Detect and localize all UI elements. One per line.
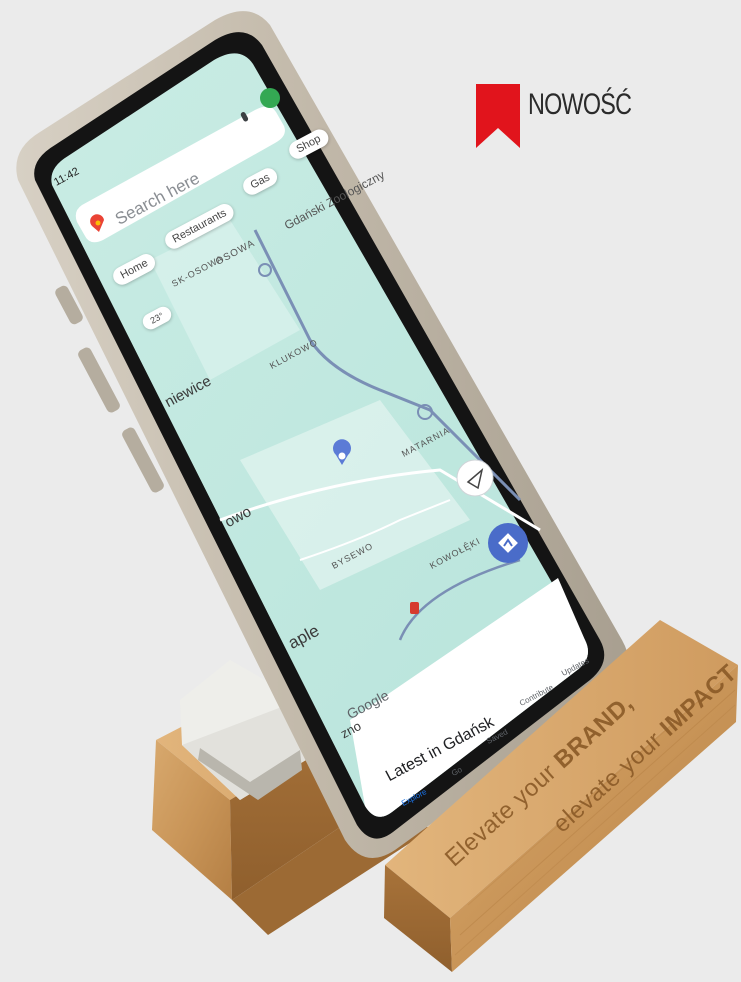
compass-button[interactable]	[456, 459, 494, 497]
directions-button[interactable]	[488, 523, 528, 563]
new-badge: NOWOŚĆ	[476, 84, 660, 148]
bookmark-flag-icon	[476, 84, 520, 148]
badge-label: NOWOŚĆ	[528, 88, 632, 121]
avatar[interactable]	[260, 88, 280, 108]
transit-marker[interactable]	[410, 602, 419, 614]
